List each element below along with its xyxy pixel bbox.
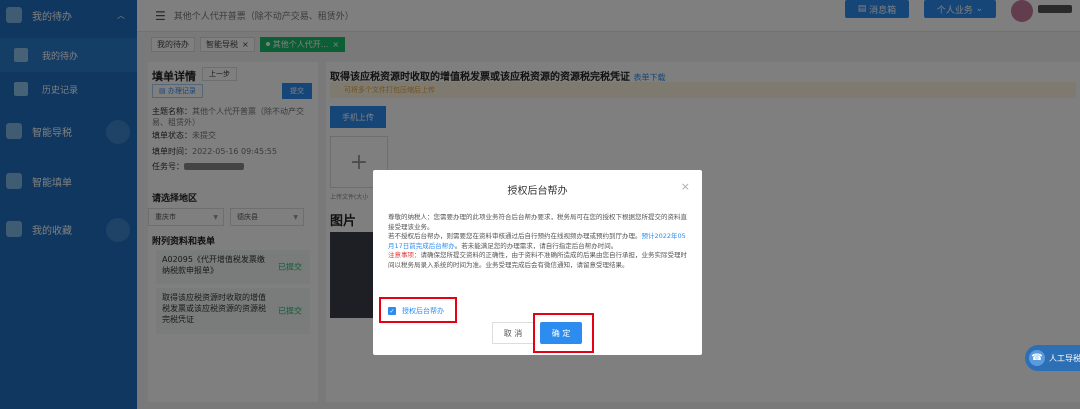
- dialog-body: 尊敬的纳税人：您需要办理的此项业务符合后台帮办要求，税务局可在您的授权下根据您所…: [388, 213, 688, 270]
- headset-icon: ☎: [1029, 350, 1045, 366]
- dialog-paragraph: 尊敬的纳税人：您需要办理的此项业务符合后台帮办要求，税务局可在您的授权下根据您所…: [388, 213, 687, 231]
- close-icon[interactable]: ×: [681, 180, 690, 193]
- dialog-title: 授权后台帮办: [507, 186, 568, 197]
- note-text: 请确保您所提交资料的正确性，由于资料不准确所造成的后果由您自行承担，业务实际受理…: [388, 251, 687, 269]
- dialog-note: 注意事项：请确保您所提交资料的正确性，由于资料不准确所造成的后果由您自行承担，业…: [388, 251, 688, 270]
- confirm-highlight-box: [533, 313, 594, 353]
- text-segment: 若不授权后台帮办，则需要您在资料审核通过后自行预约在线视频办理或预约到厅办理。: [388, 232, 642, 240]
- checkbox-highlight-box: [379, 297, 457, 323]
- note-label: 注意事项：: [388, 251, 421, 259]
- dialog-paragraph: 若不授权后台帮办，则需要您在资料审核通过后自行预约在线视频办理或预约到厅办理。预…: [388, 232, 688, 251]
- text-segment: 。若未能满足您的办理需求，请自行指定后台帮办时间。: [454, 241, 618, 250]
- cancel-button[interactable]: 取 消: [492, 322, 534, 344]
- assistant-label: 人工导税: [1049, 353, 1080, 363]
- manual-guide-button[interactable]: ☎ 人工导税: [1025, 345, 1080, 371]
